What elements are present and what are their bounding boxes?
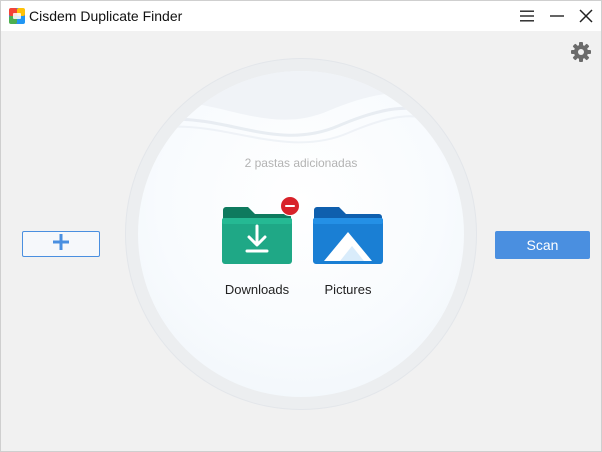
drop-zone[interactable] bbox=[138, 71, 464, 397]
pictures-folder-icon[interactable] bbox=[312, 206, 384, 266]
app-window: Cisdem Duplicate Finder 2 pastas adicion… bbox=[0, 0, 602, 452]
title-bar: Cisdem Duplicate Finder bbox=[1, 1, 601, 31]
minus-icon bbox=[285, 204, 295, 208]
folder-label-downloads: Downloads bbox=[224, 282, 290, 297]
scan-button[interactable]: Scan bbox=[495, 231, 590, 259]
menu-icon[interactable] bbox=[517, 6, 537, 26]
folders-added-status: 2 pastas adicionadas bbox=[244, 156, 358, 170]
gear-icon[interactable] bbox=[570, 41, 592, 63]
minimize-icon[interactable] bbox=[547, 6, 567, 26]
close-icon[interactable] bbox=[576, 6, 596, 26]
plus-icon bbox=[52, 233, 70, 256]
add-folder-button[interactable] bbox=[22, 231, 100, 257]
app-icon bbox=[9, 8, 25, 24]
wave-decoration bbox=[138, 71, 464, 152]
remove-folder-button[interactable] bbox=[280, 196, 300, 216]
folder-label-pictures: Pictures bbox=[324, 282, 372, 297]
downloads-folder-icon[interactable] bbox=[221, 206, 293, 266]
window-title: Cisdem Duplicate Finder bbox=[29, 8, 183, 24]
